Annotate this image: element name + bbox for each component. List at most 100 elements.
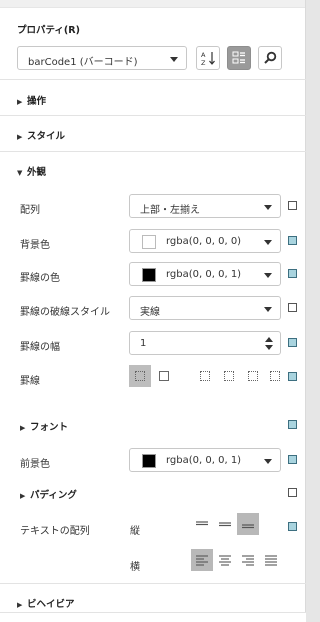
section-behavior[interactable]: ▶ ビヘイビア [17, 596, 75, 610]
text-alignment-label: テキストの配列 [20, 526, 90, 537]
section-appearance-label: 外観 [27, 167, 47, 178]
section-style[interactable]: ▶ スタイル [17, 128, 65, 142]
alignment-select[interactable]: 上部・左揃え [129, 194, 281, 218]
object-select[interactable]: barCode1 (バーコード) [17, 46, 187, 70]
border-right-icon [248, 371, 258, 381]
border-dash-label: 罫線の破線スタイル [20, 307, 110, 318]
property-marker[interactable] [288, 338, 297, 347]
spin-down-icon[interactable] [265, 345, 273, 350]
align-bottom-button[interactable] [237, 513, 259, 535]
section-padding-label: パディング [30, 490, 77, 501]
property-marker[interactable] [288, 303, 297, 312]
chevron-down-icon [264, 205, 272, 210]
expand-arrow-icon: ▶ [17, 98, 23, 106]
align-justify-button[interactable] [260, 549, 282, 571]
alignment-value: 上部・左揃え [140, 205, 200, 216]
align-top-icon [196, 521, 208, 526]
property-marker[interactable] [288, 522, 297, 531]
border-dash-select[interactable]: 実線 [129, 296, 281, 320]
expand-arrow-icon: ▶ [17, 601, 23, 609]
section-font-label: フォント [30, 422, 69, 433]
border-color-picker[interactable]: rgba(0, 0, 0, 1) [129, 262, 281, 286]
chevron-down-icon [264, 459, 272, 464]
property-marker[interactable] [288, 420, 297, 429]
property-marker[interactable] [288, 488, 297, 497]
divider [0, 151, 306, 152]
align-middle-icon [219, 522, 231, 527]
property-marker[interactable] [288, 372, 297, 381]
border-color-label: 罫線の色 [20, 273, 60, 284]
background-color-value: rgba(0, 0, 0, 0) [166, 236, 242, 247]
border-outline-button[interactable] [153, 365, 175, 387]
color-swatch [142, 268, 156, 282]
panel-title: プロパティ(R) [17, 25, 80, 36]
section-appearance[interactable]: ▼ 外観 [17, 164, 46, 178]
color-swatch [142, 235, 156, 249]
border-left-button[interactable] [194, 365, 216, 387]
border-left-icon [200, 371, 210, 381]
align-center-button[interactable] [214, 549, 236, 571]
properties-panel: プロパティ(R) barCode1 (バーコード) A Z ▶ 操作 ▶ スタイ… [0, 0, 306, 622]
border-bottom-icon [270, 371, 280, 381]
expand-arrow-icon: ▶ [20, 492, 26, 500]
panel-footer [0, 612, 306, 622]
border-all-button[interactable] [129, 365, 151, 387]
border-bottom-button[interactable] [264, 365, 286, 387]
chevron-down-icon [264, 273, 272, 278]
border-outline-icon [159, 371, 169, 381]
borders-label: 罫線 [20, 376, 40, 387]
border-top-button[interactable] [218, 365, 240, 387]
divider [0, 79, 306, 80]
svg-text:A: A [201, 51, 206, 59]
section-padding[interactable]: ▶ パディング [20, 487, 77, 501]
align-left-icon [196, 555, 208, 566]
align-middle-button[interactable] [214, 513, 236, 535]
border-width-value: 1 [140, 338, 147, 349]
property-marker[interactable] [288, 201, 297, 210]
border-all-icon [135, 371, 145, 381]
chevron-down-icon [264, 240, 272, 245]
section-operation[interactable]: ▶ 操作 [17, 93, 46, 107]
chevron-down-icon [264, 307, 272, 312]
section-style-label: スタイル [27, 131, 66, 142]
vertical-label: 縦 [130, 526, 140, 537]
background-color-label: 背景色 [20, 240, 50, 251]
border-dash-value: 実線 [140, 307, 160, 318]
sort-alphabetical-button[interactable]: A Z [196, 46, 220, 70]
border-width-stepper[interactable]: 1 [129, 331, 281, 355]
collapse-arrow-icon: ▼ [17, 169, 23, 177]
property-marker[interactable] [288, 455, 297, 464]
align-justify-icon [265, 555, 277, 566]
foreground-color-picker[interactable]: rgba(0, 0, 0, 1) [129, 448, 281, 472]
categorized-view-button[interactable] [227, 46, 251, 70]
property-marker[interactable] [288, 236, 297, 245]
section-behavior-label: ビヘイビア [27, 599, 75, 610]
align-top-button[interactable] [191, 513, 213, 535]
align-bottom-icon [242, 524, 254, 529]
section-operation-label: 操作 [27, 96, 47, 107]
horizontal-label: 横 [130, 562, 140, 573]
border-right-button[interactable] [242, 365, 264, 387]
alignment-label: 配列 [20, 205, 40, 216]
svg-text:Z: Z [201, 59, 206, 66]
object-select-value: barCode1 (バーコード) [28, 57, 138, 68]
section-font[interactable]: ▶ フォント [20, 419, 68, 433]
align-center-icon [219, 555, 231, 566]
search-button[interactable] [258, 46, 282, 70]
property-marker[interactable] [288, 269, 297, 278]
border-width-label: 罫線の幅 [20, 342, 60, 353]
sort-az-icon: A Z [201, 51, 215, 66]
foreground-color-label: 前景色 [20, 459, 50, 470]
align-left-button[interactable] [191, 549, 213, 571]
categorized-icon [232, 51, 245, 64]
divider [0, 115, 306, 116]
background-color-picker[interactable]: rgba(0, 0, 0, 0) [129, 229, 281, 253]
align-right-button[interactable] [237, 549, 259, 571]
foreground-color-value: rgba(0, 0, 0, 1) [166, 455, 242, 466]
search-icon [264, 51, 277, 64]
spin-up-icon[interactable] [265, 337, 273, 342]
chevron-down-icon [170, 57, 178, 62]
divider [0, 583, 306, 584]
expand-arrow-icon: ▶ [17, 133, 23, 141]
color-swatch [142, 454, 156, 468]
